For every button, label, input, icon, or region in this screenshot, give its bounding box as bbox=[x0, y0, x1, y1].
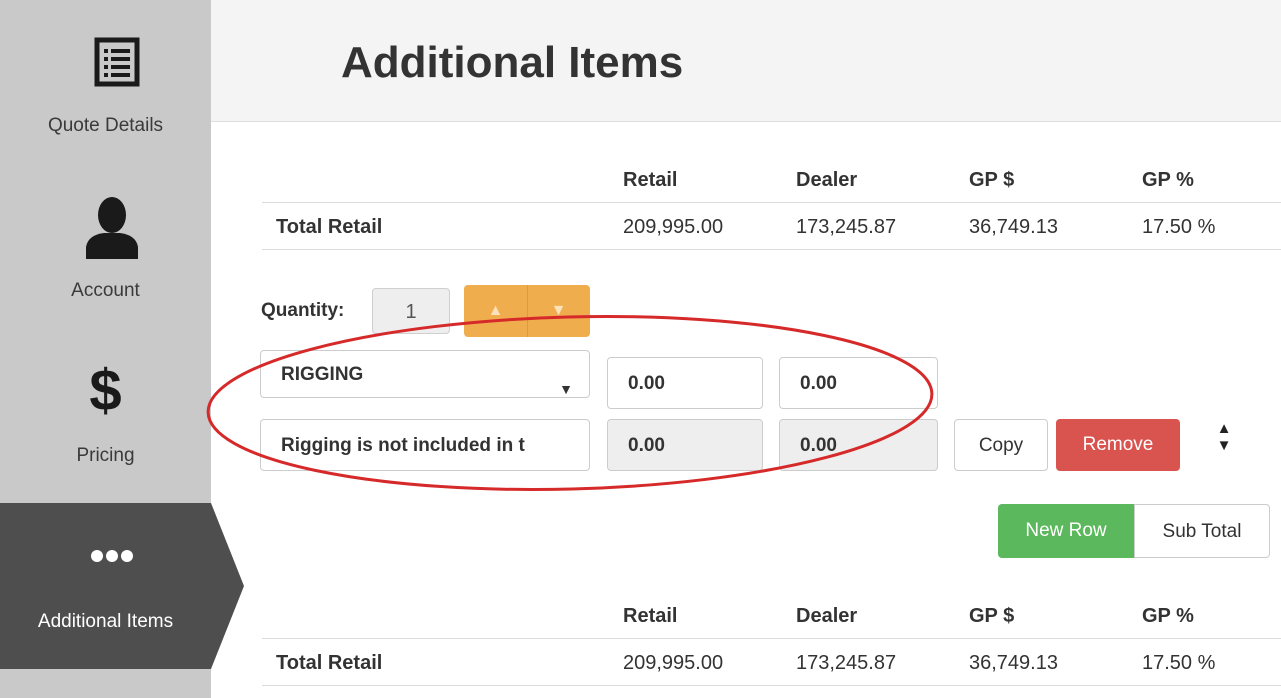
remove-button[interactable]: Remove bbox=[1056, 419, 1180, 471]
column-header-dealer: Dealer bbox=[796, 605, 858, 627]
quantity-input[interactable]: 1 bbox=[372, 288, 450, 334]
table-row: Total Retail 209,995.00 173,245.87 36,74… bbox=[262, 202, 1281, 250]
increment-button[interactable]: ▲ bbox=[464, 285, 528, 337]
page-header: Additional Items bbox=[211, 0, 1281, 122]
description-input[interactable]: Rigging is not included in t bbox=[260, 419, 590, 471]
decrement-button[interactable]: ▼ bbox=[527, 285, 590, 337]
page-title: Additional Items bbox=[341, 38, 684, 87]
dropdown-arrow-icon: ▼ bbox=[559, 381, 573, 397]
sidebar-item-quote-details[interactable]: Quote Details bbox=[0, 0, 211, 165]
column-header-dealer: Dealer bbox=[796, 169, 858, 191]
line-retail-field: 0.00 bbox=[607, 419, 763, 471]
sidebar-item-additional-items[interactable]: Additional Items bbox=[0, 503, 211, 669]
column-header-retail: Retail bbox=[623, 169, 678, 191]
dealer-price-input[interactable]: 0.00 bbox=[779, 357, 938, 409]
sidebar-item-label: Pricing bbox=[76, 445, 135, 466]
line-dealer-field: 0.00 bbox=[779, 419, 938, 471]
active-indicator bbox=[211, 503, 244, 669]
copy-button[interactable]: Copy bbox=[954, 419, 1048, 471]
arrow-up-icon: ▲ bbox=[487, 302, 504, 319]
total-dealer-value: 173,245.87 bbox=[796, 216, 897, 238]
item-type-value: RIGGING bbox=[281, 364, 364, 385]
item-type-select[interactable]: RIGGING ▼ bbox=[260, 350, 590, 398]
move-up-icon[interactable]: ▲ bbox=[1214, 420, 1234, 437]
new-row-button[interactable]: New Row bbox=[998, 504, 1134, 558]
column-header-gp-amount: GP $ bbox=[969, 169, 1015, 191]
table-row: Total Retail 209,995.00 173,245.87 36,74… bbox=[262, 638, 1281, 686]
move-down-icon[interactable]: ▼ bbox=[1214, 437, 1234, 454]
total-dealer-value: 173,245.87 bbox=[796, 652, 897, 674]
column-header-gp-percent: GP % bbox=[1142, 605, 1194, 627]
totals-table-bottom: Retail Dealer GP $ GP % Total Retail 209… bbox=[262, 592, 1281, 686]
column-header-retail: Retail bbox=[623, 605, 678, 627]
sidebar-footer bbox=[0, 669, 211, 698]
total-retail-value: 209,995.00 bbox=[623, 652, 724, 674]
sidebar-item-label: Quote Details bbox=[47, 115, 164, 136]
total-retail-label: Total Retail bbox=[276, 216, 383, 238]
column-header-gp-percent: GP % bbox=[1142, 169, 1194, 191]
sidebar-item-label: Additional Items bbox=[37, 611, 174, 632]
quantity-stepper: ▲ ▼ bbox=[464, 285, 590, 337]
sidebar-item-label: Account bbox=[71, 280, 140, 301]
total-gp-amount-value: 36,749.13 bbox=[969, 216, 1058, 238]
total-retail-value: 209,995.00 bbox=[623, 216, 724, 238]
column-header-gp-amount: GP $ bbox=[969, 605, 1015, 627]
sidebar: Quote Details Account $ Pricing Addition… bbox=[0, 0, 211, 698]
total-gp-amount-value: 36,749.13 bbox=[969, 652, 1058, 674]
reorder-handle[interactable]: ▲ ▼ bbox=[1214, 420, 1234, 454]
sidebar-item-account[interactable]: Account bbox=[0, 165, 211, 333]
ellipsis-icon bbox=[90, 549, 134, 568]
dollar-icon: $ bbox=[89, 358, 122, 423]
table-header-row: Retail Dealer GP $ GP % bbox=[262, 592, 1281, 638]
total-gp-percent-value: 17.50 % bbox=[1142, 652, 1216, 674]
retail-price-input[interactable]: 0.00 bbox=[607, 357, 763, 409]
sidebar-item-pricing[interactable]: $ Pricing bbox=[0, 333, 211, 503]
quantity-label: Quantity: bbox=[261, 300, 345, 321]
table-header-row: Retail Dealer GP $ GP % bbox=[262, 156, 1281, 202]
totals-table-top: Retail Dealer GP $ GP % Total Retail 209… bbox=[262, 156, 1281, 250]
total-retail-label: Total Retail bbox=[276, 652, 383, 674]
sub-total-button[interactable]: Sub Total bbox=[1134, 504, 1270, 558]
list-icon bbox=[94, 37, 140, 92]
total-gp-percent-value: 17.50 % bbox=[1142, 216, 1216, 238]
user-icon bbox=[84, 195, 140, 264]
arrow-down-icon: ▼ bbox=[550, 302, 567, 319]
